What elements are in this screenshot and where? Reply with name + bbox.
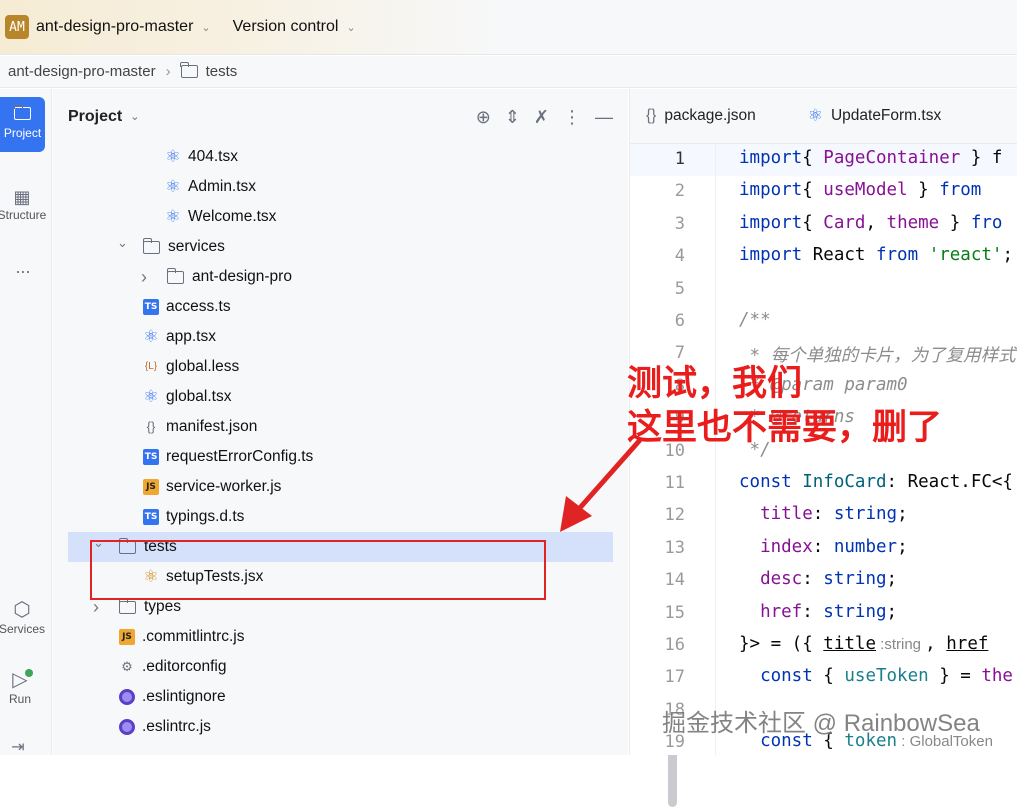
watermark: 掘金技术社区 @ RainbowSea <box>662 710 980 737</box>
annotation-text: 测试，我们 这里也不需要，删了 <box>627 362 942 450</box>
annotation-line: 测试，我们 <box>627 364 803 404</box>
annotation-line: 这里也不需要，删了 <box>627 408 943 448</box>
